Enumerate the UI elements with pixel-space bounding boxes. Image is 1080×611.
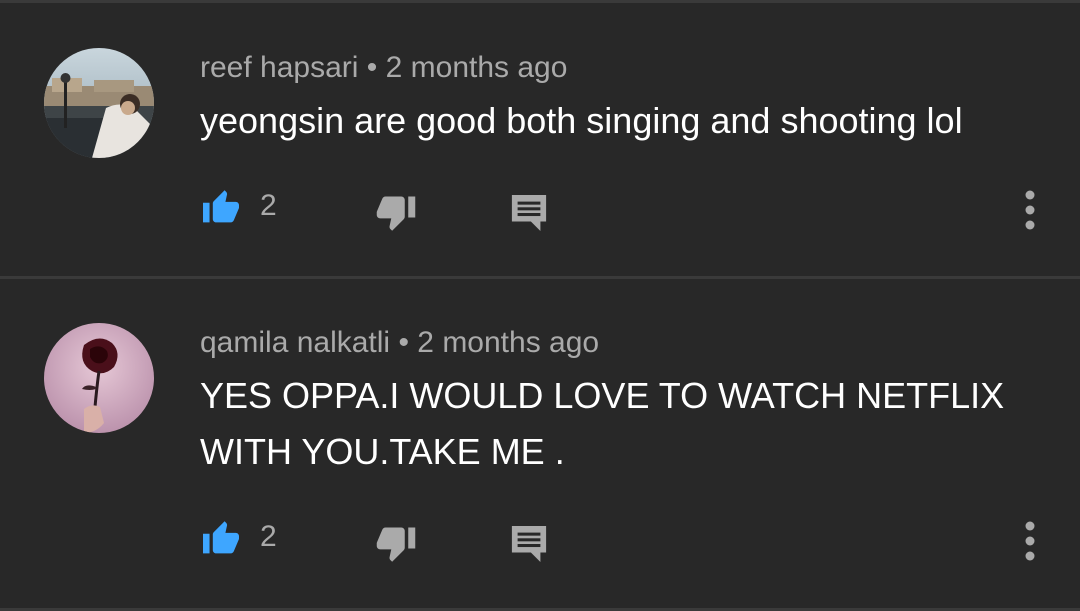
author-name[interactable]: reef hapsari bbox=[200, 51, 358, 84]
reply-button[interactable] bbox=[510, 524, 548, 564]
like-count: 2 bbox=[260, 189, 277, 222]
more-vert-icon bbox=[1025, 190, 1035, 230]
comment-meta: qamila nalkatli • 2 months ago bbox=[200, 325, 599, 361]
dislike-button[interactable] bbox=[375, 525, 417, 565]
reply-button[interactable] bbox=[510, 193, 548, 233]
more-options-button[interactable] bbox=[1018, 519, 1042, 563]
thumbs-up-icon bbox=[203, 190, 239, 223]
meta-separator: • bbox=[398, 326, 409, 359]
comment-text: yeongsin are good both singing and shoot… bbox=[200, 100, 963, 141]
meta-separator: • bbox=[366, 51, 378, 84]
like-count: 2 bbox=[260, 520, 277, 553]
more-options-button[interactable] bbox=[1018, 188, 1042, 232]
more-vert-icon bbox=[1025, 521, 1035, 561]
dislike-button[interactable] bbox=[375, 194, 417, 234]
thumbs-down-icon bbox=[376, 196, 416, 231]
comment-item: qamila nalkatli • 2 months ago YES OPPA.… bbox=[0, 279, 1080, 608]
comment-item: reef hapsari • 2 months ago yeongsin are… bbox=[0, 0, 1080, 276]
like-button[interactable]: 2 bbox=[200, 519, 277, 555]
author-name[interactable]: qamila nalkatli bbox=[200, 326, 390, 359]
comment-time: 2 months ago bbox=[385, 51, 568, 84]
reply-icon bbox=[511, 194, 547, 232]
thumbs-down-icon bbox=[376, 527, 416, 562]
comment-text: YES OPPA.I WOULD LOVE TO WATCH NETFLIX W… bbox=[200, 375, 1005, 472]
comment-meta: reef hapsari • 2 months ago bbox=[200, 50, 567, 86]
avatar[interactable] bbox=[44, 48, 154, 158]
avatar[interactable] bbox=[44, 323, 154, 433]
like-button[interactable]: 2 bbox=[200, 188, 277, 224]
comments-page: reef hapsari • 2 months ago yeongsin are… bbox=[0, 0, 1080, 611]
thumbs-up-icon bbox=[203, 521, 239, 554]
reply-icon bbox=[511, 525, 547, 563]
comment-time: 2 months ago bbox=[417, 326, 600, 359]
